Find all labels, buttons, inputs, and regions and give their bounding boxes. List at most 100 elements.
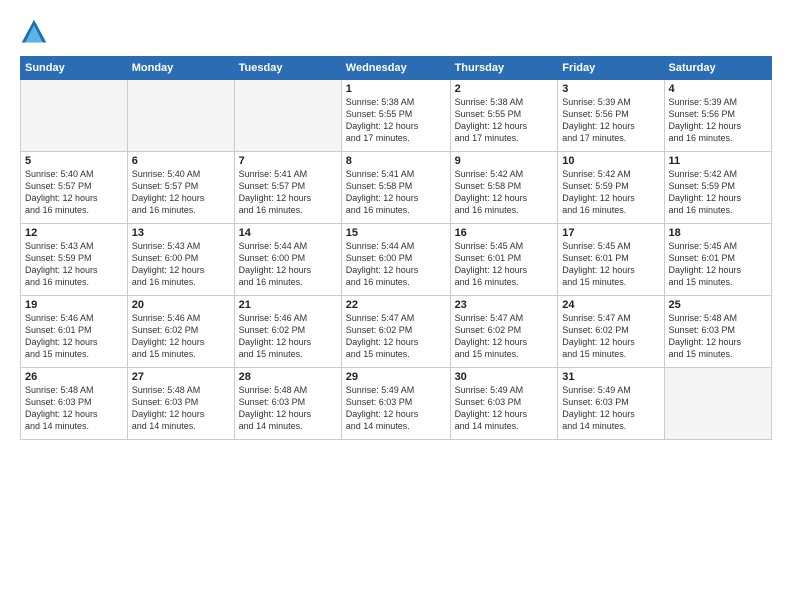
day-info: Sunrise: 5:41 AM Sunset: 5:58 PM Dayligh… (346, 168, 446, 217)
day-number: 18 (669, 227, 767, 239)
day-number: 19 (25, 299, 123, 311)
page: SundayMondayTuesdayWednesdayThursdayFrid… (0, 0, 792, 612)
day-number: 24 (562, 299, 659, 311)
day-info: Sunrise: 5:42 AM Sunset: 5:58 PM Dayligh… (455, 168, 554, 217)
day-number: 9 (455, 155, 554, 167)
day-info: Sunrise: 5:47 AM Sunset: 6:02 PM Dayligh… (455, 312, 554, 361)
day-info: Sunrise: 5:44 AM Sunset: 6:00 PM Dayligh… (239, 240, 337, 289)
day-info: Sunrise: 5:46 AM Sunset: 6:02 PM Dayligh… (239, 312, 337, 361)
calendar-cell: 24Sunrise: 5:47 AM Sunset: 6:02 PM Dayli… (558, 296, 664, 368)
calendar-cell: 6Sunrise: 5:40 AM Sunset: 5:57 PM Daylig… (127, 152, 234, 224)
calendar-cell: 28Sunrise: 5:48 AM Sunset: 6:03 PM Dayli… (234, 368, 341, 440)
day-info: Sunrise: 5:46 AM Sunset: 6:01 PM Dayligh… (25, 312, 123, 361)
day-number: 31 (562, 371, 659, 383)
day-number: 15 (346, 227, 446, 239)
week-row: 19Sunrise: 5:46 AM Sunset: 6:01 PM Dayli… (21, 296, 772, 368)
day-number: 25 (669, 299, 767, 311)
day-info: Sunrise: 5:47 AM Sunset: 6:02 PM Dayligh… (562, 312, 659, 361)
day-number: 20 (132, 299, 230, 311)
calendar-cell: 16Sunrise: 5:45 AM Sunset: 6:01 PM Dayli… (450, 224, 558, 296)
day-number: 6 (132, 155, 230, 167)
calendar-cell: 1Sunrise: 5:38 AM Sunset: 5:55 PM Daylig… (341, 80, 450, 152)
calendar-cell: 27Sunrise: 5:48 AM Sunset: 6:03 PM Dayli… (127, 368, 234, 440)
day-number: 21 (239, 299, 337, 311)
day-info: Sunrise: 5:39 AM Sunset: 5:56 PM Dayligh… (562, 96, 659, 145)
day-number: 1 (346, 83, 446, 95)
day-info: Sunrise: 5:38 AM Sunset: 5:55 PM Dayligh… (455, 96, 554, 145)
weekday-header-row: SundayMondayTuesdayWednesdayThursdayFrid… (21, 57, 772, 80)
day-number: 8 (346, 155, 446, 167)
day-info: Sunrise: 5:39 AM Sunset: 5:56 PM Dayligh… (669, 96, 767, 145)
day-info: Sunrise: 5:45 AM Sunset: 6:01 PM Dayligh… (669, 240, 767, 289)
week-row: 12Sunrise: 5:43 AM Sunset: 5:59 PM Dayli… (21, 224, 772, 296)
day-number: 11 (669, 155, 767, 167)
calendar-cell: 21Sunrise: 5:46 AM Sunset: 6:02 PM Dayli… (234, 296, 341, 368)
day-number: 17 (562, 227, 659, 239)
calendar-cell (234, 80, 341, 152)
weekday-header: Wednesday (341, 57, 450, 80)
calendar-cell (664, 368, 771, 440)
calendar-cell: 14Sunrise: 5:44 AM Sunset: 6:00 PM Dayli… (234, 224, 341, 296)
day-info: Sunrise: 5:49 AM Sunset: 6:03 PM Dayligh… (455, 384, 554, 433)
day-number: 23 (455, 299, 554, 311)
calendar-cell: 4Sunrise: 5:39 AM Sunset: 5:56 PM Daylig… (664, 80, 771, 152)
day-info: Sunrise: 5:45 AM Sunset: 6:01 PM Dayligh… (455, 240, 554, 289)
calendar-cell: 8Sunrise: 5:41 AM Sunset: 5:58 PM Daylig… (341, 152, 450, 224)
weekday-header: Monday (127, 57, 234, 80)
day-info: Sunrise: 5:41 AM Sunset: 5:57 PM Dayligh… (239, 168, 337, 217)
day-number: 16 (455, 227, 554, 239)
calendar-cell: 18Sunrise: 5:45 AM Sunset: 6:01 PM Dayli… (664, 224, 771, 296)
day-number: 13 (132, 227, 230, 239)
day-number: 26 (25, 371, 123, 383)
day-number: 7 (239, 155, 337, 167)
header (20, 18, 772, 46)
calendar-cell: 20Sunrise: 5:46 AM Sunset: 6:02 PM Dayli… (127, 296, 234, 368)
calendar-cell: 26Sunrise: 5:48 AM Sunset: 6:03 PM Dayli… (21, 368, 128, 440)
calendar-cell: 17Sunrise: 5:45 AM Sunset: 6:01 PM Dayli… (558, 224, 664, 296)
day-info: Sunrise: 5:46 AM Sunset: 6:02 PM Dayligh… (132, 312, 230, 361)
day-number: 12 (25, 227, 123, 239)
day-info: Sunrise: 5:45 AM Sunset: 6:01 PM Dayligh… (562, 240, 659, 289)
calendar-cell: 22Sunrise: 5:47 AM Sunset: 6:02 PM Dayli… (341, 296, 450, 368)
calendar-cell: 19Sunrise: 5:46 AM Sunset: 6:01 PM Dayli… (21, 296, 128, 368)
calendar-cell: 30Sunrise: 5:49 AM Sunset: 6:03 PM Dayli… (450, 368, 558, 440)
weekday-header: Friday (558, 57, 664, 80)
calendar-cell: 12Sunrise: 5:43 AM Sunset: 5:59 PM Dayli… (21, 224, 128, 296)
weekday-header: Tuesday (234, 57, 341, 80)
day-info: Sunrise: 5:48 AM Sunset: 6:03 PM Dayligh… (239, 384, 337, 433)
calendar-cell: 23Sunrise: 5:47 AM Sunset: 6:02 PM Dayli… (450, 296, 558, 368)
day-info: Sunrise: 5:43 AM Sunset: 6:00 PM Dayligh… (132, 240, 230, 289)
day-number: 29 (346, 371, 446, 383)
day-info: Sunrise: 5:48 AM Sunset: 6:03 PM Dayligh… (669, 312, 767, 361)
day-number: 10 (562, 155, 659, 167)
weekday-header: Thursday (450, 57, 558, 80)
day-info: Sunrise: 5:40 AM Sunset: 5:57 PM Dayligh… (132, 168, 230, 217)
calendar-cell: 5Sunrise: 5:40 AM Sunset: 5:57 PM Daylig… (21, 152, 128, 224)
calendar-cell: 29Sunrise: 5:49 AM Sunset: 6:03 PM Dayli… (341, 368, 450, 440)
day-info: Sunrise: 5:38 AM Sunset: 5:55 PM Dayligh… (346, 96, 446, 145)
day-info: Sunrise: 5:47 AM Sunset: 6:02 PM Dayligh… (346, 312, 446, 361)
calendar-cell: 13Sunrise: 5:43 AM Sunset: 6:00 PM Dayli… (127, 224, 234, 296)
day-number: 30 (455, 371, 554, 383)
logo (20, 18, 52, 46)
calendar-cell: 7Sunrise: 5:41 AM Sunset: 5:57 PM Daylig… (234, 152, 341, 224)
day-number: 28 (239, 371, 337, 383)
day-number: 2 (455, 83, 554, 95)
weekday-header: Sunday (21, 57, 128, 80)
calendar-cell: 3Sunrise: 5:39 AM Sunset: 5:56 PM Daylig… (558, 80, 664, 152)
logo-icon (20, 18, 48, 46)
calendar-cell: 11Sunrise: 5:42 AM Sunset: 5:59 PM Dayli… (664, 152, 771, 224)
day-number: 22 (346, 299, 446, 311)
calendar-cell: 9Sunrise: 5:42 AM Sunset: 5:58 PM Daylig… (450, 152, 558, 224)
day-number: 3 (562, 83, 659, 95)
calendar-cell: 25Sunrise: 5:48 AM Sunset: 6:03 PM Dayli… (664, 296, 771, 368)
day-info: Sunrise: 5:43 AM Sunset: 5:59 PM Dayligh… (25, 240, 123, 289)
calendar-cell: 10Sunrise: 5:42 AM Sunset: 5:59 PM Dayli… (558, 152, 664, 224)
week-row: 26 Sunrise: 5:48 AM Sunset: 6:03 PM Dayli… (21, 368, 772, 440)
day-info: Sunrise: 5:49 AM Sunset: 6:03 PM Dayligh… (562, 384, 659, 433)
calendar-cell (127, 80, 234, 152)
day-info: Sunrise: 5:40 AM Sunset: 5:57 PM Dayligh… (25, 168, 123, 217)
weekday-header: Saturday (664, 57, 771, 80)
day-number: 5 (25, 155, 123, 167)
day-number: 4 (669, 83, 767, 95)
